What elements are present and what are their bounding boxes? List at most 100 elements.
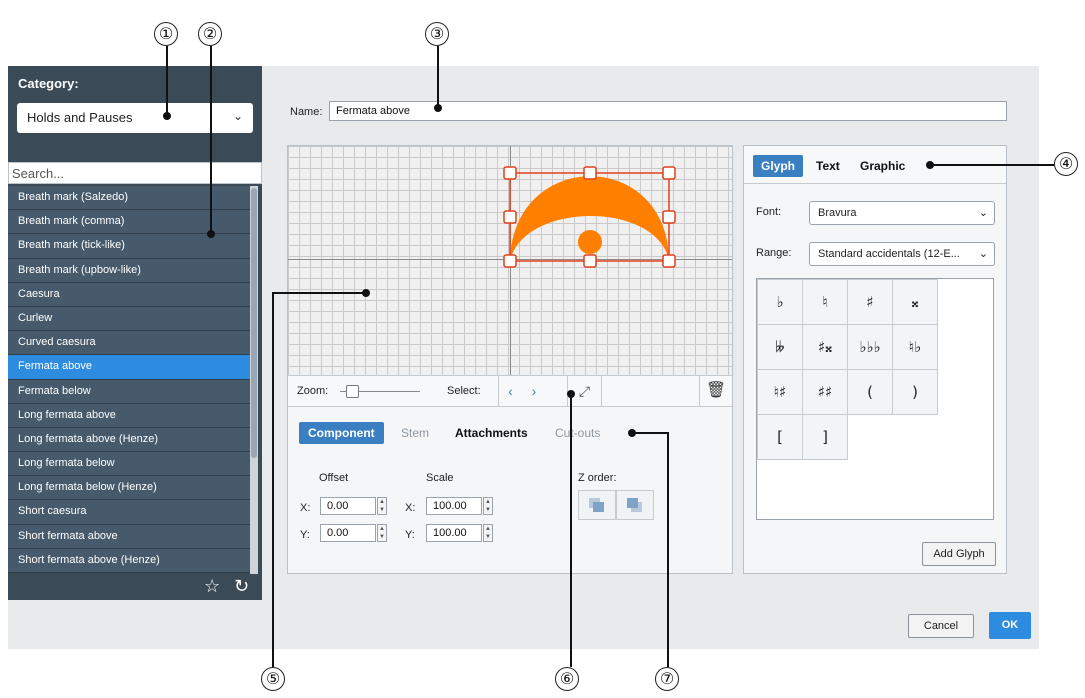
leader-5-dot [362, 289, 370, 297]
leader-1 [166, 46, 168, 116]
glyph-cell[interactable]: ] [802, 414, 848, 460]
range-label: Range: [756, 247, 792, 259]
category-dropdown[interactable]: Holds and Pauses ⌄ [17, 103, 253, 133]
tab-graphic[interactable]: Graphic [860, 155, 905, 177]
offset-x-stepper[interactable]: ▲ ▼ [377, 497, 387, 515]
offset-x-label: X: [300, 502, 311, 514]
scale-y-label: Y: [405, 529, 415, 541]
list-scrollbar-thumb[interactable] [251, 188, 257, 458]
toolbar-spacer [601, 376, 699, 406]
list-item[interactable]: Breath mark (upbow-like) [8, 258, 250, 283]
glyph-cell[interactable]: 𝄫 [757, 324, 803, 370]
select-next-button[interactable]: › [522, 376, 546, 406]
glyph-cell[interactable]: [ [757, 414, 803, 460]
list-item[interactable]: Fermata above [8, 355, 250, 380]
scale-label: Scale [426, 472, 454, 484]
offset-label: Offset [319, 472, 349, 484]
reset-icon[interactable]: ↻ [234, 576, 249, 597]
scale-y-stepper[interactable]: ▲ ▼ [483, 524, 493, 542]
glyph-cell[interactable]: ♮♯ [757, 369, 803, 415]
zoom-slider-handle[interactable] [346, 385, 359, 398]
leader-4-dot [926, 161, 934, 169]
leader-7-horizontal [632, 432, 668, 434]
range-dropdown[interactable]: Standard accidentals (12-E... ⌄ [809, 242, 995, 266]
glyph-cell[interactable]: ♯♯ [802, 369, 848, 415]
add-glyph-button[interactable]: Add Glyph [922, 542, 996, 566]
tab-text[interactable]: Text [816, 155, 840, 177]
zorder-label: Z order: [578, 472, 617, 484]
leader-6-dot [567, 390, 575, 398]
glyph-cell[interactable]: ♯ [847, 279, 893, 325]
glyph-cell[interactable]: ♮♭ [892, 324, 938, 370]
list-item[interactable]: Fermata below [8, 379, 250, 404]
search-input[interactable]: Search... [8, 162, 262, 184]
leader-3-dot [434, 104, 442, 112]
glyph-cell[interactable]: 𝄪 [892, 279, 938, 325]
list-item[interactable]: Long fermata above (Henze) [8, 427, 250, 453]
callout-6: ⑥ [555, 667, 579, 691]
glyph-grid: ♭ ♮ ♯ 𝄪 𝄫 ♯𝄪 ♭♭♭ ♮♭ ♮♯ ♯♯()[] [756, 278, 994, 520]
list-item[interactable]: Short fermata above (Henze) [8, 548, 250, 573]
font-label: Font: [756, 206, 782, 218]
glyph-cell[interactable]: ( [847, 369, 893, 415]
list-item[interactable]: Long fermata above [8, 403, 250, 428]
glyph-cell[interactable]: ♮ [802, 279, 848, 325]
trash-icon[interactable]: 🗑 [699, 376, 732, 406]
list-item[interactable]: Curved caesura [8, 331, 250, 356]
leader-2 [210, 46, 212, 234]
send-backward-icon [627, 498, 642, 512]
font-dropdown[interactable]: Bravura ⌄ [809, 201, 995, 225]
chevron-down-icon: ⌄ [232, 109, 243, 123]
bring-forward-icon [589, 498, 604, 512]
offset-y-stepper[interactable]: ▲ ▼ [377, 524, 387, 542]
glyph-cell[interactable]: ) [892, 369, 938, 415]
select-previous-button[interactable]: ‹ [498, 376, 522, 406]
leader-5-horizontal [272, 292, 364, 294]
callout-3: ③ [425, 22, 449, 46]
list-item[interactable]: Caesura [8, 282, 250, 307]
offset-x-field[interactable]: 0.00 [320, 497, 376, 515]
tab-cutouts[interactable]: Cut-outs [555, 422, 600, 444]
list-item[interactable]: Short caesura [8, 500, 250, 525]
glyph-cell[interactable]: ♭♭♭ [847, 324, 893, 370]
offset-y-field[interactable]: 0.00 [320, 524, 376, 542]
list-item[interactable]: Curlew [8, 306, 250, 332]
cancel-button[interactable]: Cancel [908, 614, 974, 638]
tab-glyph[interactable]: Glyph [753, 155, 804, 177]
editor-toolbar: Zoom: Select: ‹ › ⤢ 🗑 [288, 375, 732, 407]
fermata-glyph[interactable] [288, 146, 732, 375]
ok-button[interactable]: OK [989, 612, 1031, 639]
scale-x-field[interactable]: 100.00 [426, 497, 482, 515]
leader-4 [930, 164, 1054, 166]
symbol-list: Breath mark (Salzedo) Breath mark (comma)… [8, 186, 250, 573]
scale-x-label: X: [405, 502, 416, 514]
range-selected: Standard accidentals (12-E... [818, 248, 960, 260]
tab-component[interactable]: Component [299, 422, 384, 444]
zoom-label: Zoom: [297, 385, 329, 397]
callout-7: ⑦ [655, 667, 679, 691]
category-label: Category: [18, 76, 79, 91]
list-item[interactable]: Long fermata below [8, 452, 250, 477]
list-item[interactable]: Breath mark (Salzedo) [8, 186, 250, 211]
glyph-cell[interactable]: ♯𝄪 [802, 324, 848, 370]
tab-attachments[interactable]: Attachments [455, 422, 528, 444]
list-item[interactable]: Long fermata below (Henze) [8, 476, 250, 501]
font-selected: Bravura [818, 207, 857, 219]
category-panel: Category: Holds and Pauses ⌄ Search... B… [8, 66, 262, 600]
chevron-down-icon: ⌄ [978, 207, 988, 219]
callout-2: ② [198, 22, 222, 46]
name-field[interactable]: Fermata above [329, 101, 1007, 121]
glyph-panel: Glyph Text Graphic Font: Bravura ⌄ Range… [743, 145, 1007, 574]
send-backward-button[interactable] [616, 490, 654, 520]
star-icon[interactable]: ☆ [204, 576, 220, 597]
leader-7-vertical [667, 432, 669, 667]
leader-3 [437, 46, 439, 108]
tab-stem[interactable]: Stem [401, 422, 429, 444]
scale-y-field[interactable]: 100.00 [426, 524, 482, 542]
scale-x-stepper[interactable]: ▲ ▼ [483, 497, 493, 515]
bring-forward-button[interactable] [578, 490, 616, 520]
list-item[interactable]: Short fermata above [8, 524, 250, 549]
glyph-cell[interactable]: ♭ [757, 279, 803, 325]
callout-4: ④ [1054, 152, 1078, 176]
list-item[interactable]: Breath mark (tick-like) [8, 234, 250, 259]
